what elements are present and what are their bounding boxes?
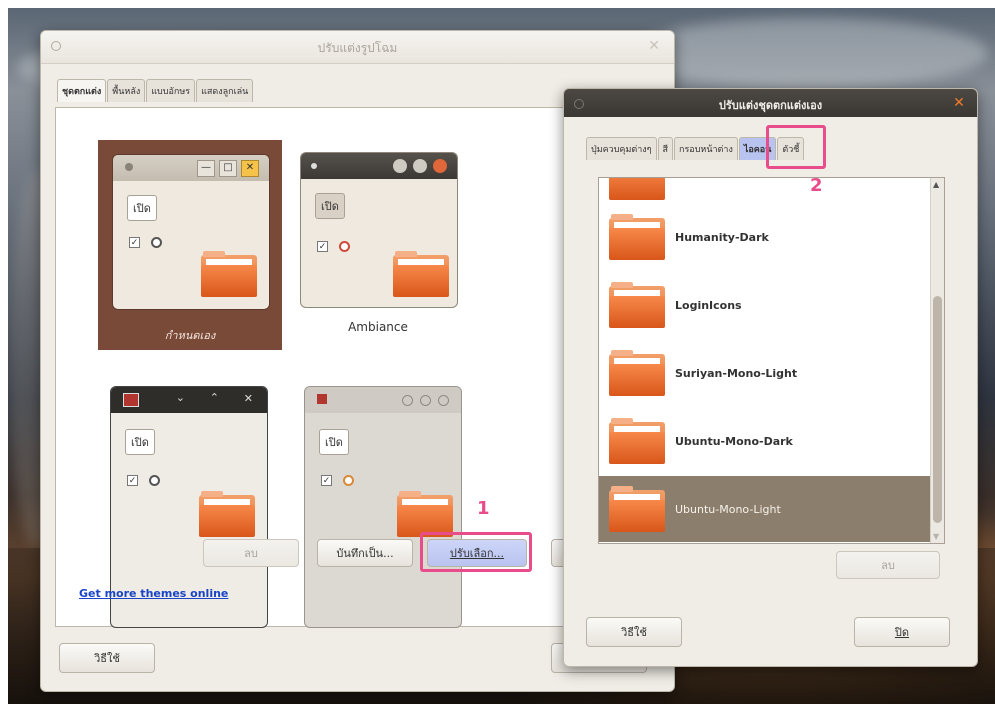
delete-button[interactable]: ลบ xyxy=(203,539,299,567)
window-menu-icon xyxy=(317,394,327,404)
help-button[interactable]: วิธีใช้ xyxy=(586,617,682,647)
close-icon: ✕ xyxy=(241,160,259,177)
get-more-themes-link[interactable]: Get more themes online xyxy=(79,587,228,600)
chevron-up-icon: ⌃ xyxy=(209,391,219,404)
delete-button[interactable]: ลบ xyxy=(836,551,940,579)
preview-titlebar xyxy=(301,153,457,179)
close-icon xyxy=(438,395,449,406)
preview-open-button: เปิด xyxy=(315,193,345,219)
list-item[interactable]: LoginIcons xyxy=(599,272,944,338)
checkbox-icon: ✓ xyxy=(321,475,332,486)
minimize-icon xyxy=(402,395,413,406)
preview-open-button: เปิด xyxy=(125,429,155,455)
list-item[interactable]: Humanity-Dark xyxy=(599,204,944,270)
close-icon xyxy=(433,159,447,173)
theme-tile-custom[interactable]: — □ ✕ เปิด ✓ กำหนดเอง xyxy=(98,140,282,350)
folder-icon xyxy=(199,491,255,537)
scroll-up-icon[interactable]: ▲ xyxy=(933,180,939,189)
tab-themes[interactable]: ชุดตกแต่ง xyxy=(57,79,107,102)
annotation-highlight-2 xyxy=(766,125,826,169)
close-button[interactable]: ปิด xyxy=(854,617,950,647)
theme-name: กำหนดเอง xyxy=(164,329,216,342)
list-item-selected[interactable]: Ubuntu-Mono-Light xyxy=(599,476,944,542)
chevron-down-icon: ⌄ xyxy=(175,391,185,404)
tab-background[interactable]: พื้นหลัง xyxy=(107,79,146,102)
preview-titlebar: — □ ✕ xyxy=(113,155,269,181)
window-menu-icon xyxy=(125,163,133,171)
maximize-icon xyxy=(420,395,431,406)
tab-window-border[interactable]: กรอบหน้าต่าง xyxy=(674,137,738,160)
folder-icon xyxy=(393,251,449,297)
list-item[interactable]: Ubuntu-Mono-Dark xyxy=(599,408,944,474)
window-menu-icon xyxy=(123,393,139,407)
folder-icon xyxy=(397,491,453,537)
preview-body: เปิด ✓ xyxy=(305,413,461,627)
customize-theme-window: ปรับแต่งชุดตกแต่งเอง ✕ ปุ่มควบคุมต่างๆ ส… xyxy=(563,88,978,667)
help-button[interactable]: วิธีใช้ xyxy=(59,643,155,673)
tab-colors[interactable]: สี xyxy=(657,137,674,160)
minimize-icon xyxy=(393,159,407,173)
theme-tile-ambiance[interactable]: เปิด ✓ Ambiance xyxy=(300,152,462,342)
icon-theme-name: LoginIcons xyxy=(675,298,742,312)
checkbox-icon: ✓ xyxy=(129,237,140,248)
window-title: ปรับแต่งรูปโฉม xyxy=(317,41,398,55)
theme-preview: เปิด ✓ xyxy=(300,152,458,308)
radio-icon xyxy=(149,475,160,486)
minimize-icon: — xyxy=(197,160,215,177)
folder-icon xyxy=(609,178,665,200)
close-icon: ✕ xyxy=(243,392,253,405)
tab-visual-effects[interactable]: แสดงลูกเล่น xyxy=(196,79,254,102)
theme-tile-grey[interactable]: เปิด ✓ xyxy=(304,386,464,628)
preview-titlebar xyxy=(305,387,461,413)
folder-icon xyxy=(609,418,665,464)
vertical-scrollbar[interactable]: ▲ ▼ xyxy=(930,178,944,543)
preview-body: เปิด ✓ xyxy=(113,181,269,309)
close-icon[interactable]: ✕ xyxy=(951,95,967,111)
icon-theme-name: Suriyan-Mono-Light xyxy=(675,366,798,380)
folder-icon xyxy=(609,486,665,532)
preview-titlebar: ⌄ ⌃ ✕ xyxy=(111,387,267,413)
radio-icon xyxy=(151,237,162,248)
close-icon[interactable]: ✕ xyxy=(648,38,660,54)
maximize-icon: □ xyxy=(219,160,237,177)
scrollbar-thumb[interactable] xyxy=(933,296,942,523)
scroll-down-icon[interactable]: ▼ xyxy=(933,532,939,541)
tab-controls[interactable]: ปุ่มควบคุมต่างๆ xyxy=(586,137,657,160)
theme-name: Ambiance xyxy=(348,320,408,334)
folder-icon xyxy=(201,251,257,297)
tab-fonts[interactable]: แบบอักษร xyxy=(146,79,196,102)
window-title: ปรับแต่งชุดตกแต่งเอง xyxy=(718,99,823,112)
theme-preview: — □ ✕ เปิด ✓ xyxy=(112,154,270,310)
titlebar: ปรับแต่งชุดตกแต่งเอง ✕ xyxy=(564,89,977,117)
tab-bar: ชุดตกแต่ง พื้นหลัง แบบอักษร แสดงลูกเล่น xyxy=(57,79,254,102)
annotation-number-1: 1 xyxy=(477,498,490,519)
cloud xyxy=(628,18,988,88)
list-item[interactable]: Suriyan-Mono-Light xyxy=(599,340,944,406)
icon-theme-name: Ubuntu-Mono-Dark xyxy=(675,434,793,448)
icon-theme-name: Ubuntu-Mono-Light xyxy=(675,502,781,516)
preview-open-button: เปิด xyxy=(127,195,157,221)
list-item[interactable] xyxy=(599,178,944,204)
folder-icon xyxy=(609,214,665,260)
preview-open-button: เปิด xyxy=(319,429,349,455)
save-as-button[interactable]: บันทึกเป็น... xyxy=(317,539,413,567)
theme-preview: เปิด ✓ xyxy=(304,386,462,628)
checkbox-icon: ✓ xyxy=(127,475,138,486)
folder-icon xyxy=(609,282,665,328)
maximize-icon xyxy=(413,159,427,173)
annotation-number-2: 2 xyxy=(810,175,823,196)
annotation-highlight-1 xyxy=(420,532,532,572)
window-menu-icon xyxy=(311,163,317,169)
radio-icon xyxy=(339,241,350,252)
folder-icon xyxy=(609,350,665,396)
icon-theme-name: Humanity-Dark xyxy=(675,230,769,244)
titlebar: ปรับแต่งรูปโฉม ✕ xyxy=(41,31,674,64)
preview-body: เปิด ✓ xyxy=(301,179,457,307)
icon-theme-list[interactable]: Humanity-Dark LoginIcons Suriyan-Mono-Li… xyxy=(598,177,945,544)
checkbox-icon: ✓ xyxy=(317,241,328,252)
radio-icon xyxy=(343,475,354,486)
